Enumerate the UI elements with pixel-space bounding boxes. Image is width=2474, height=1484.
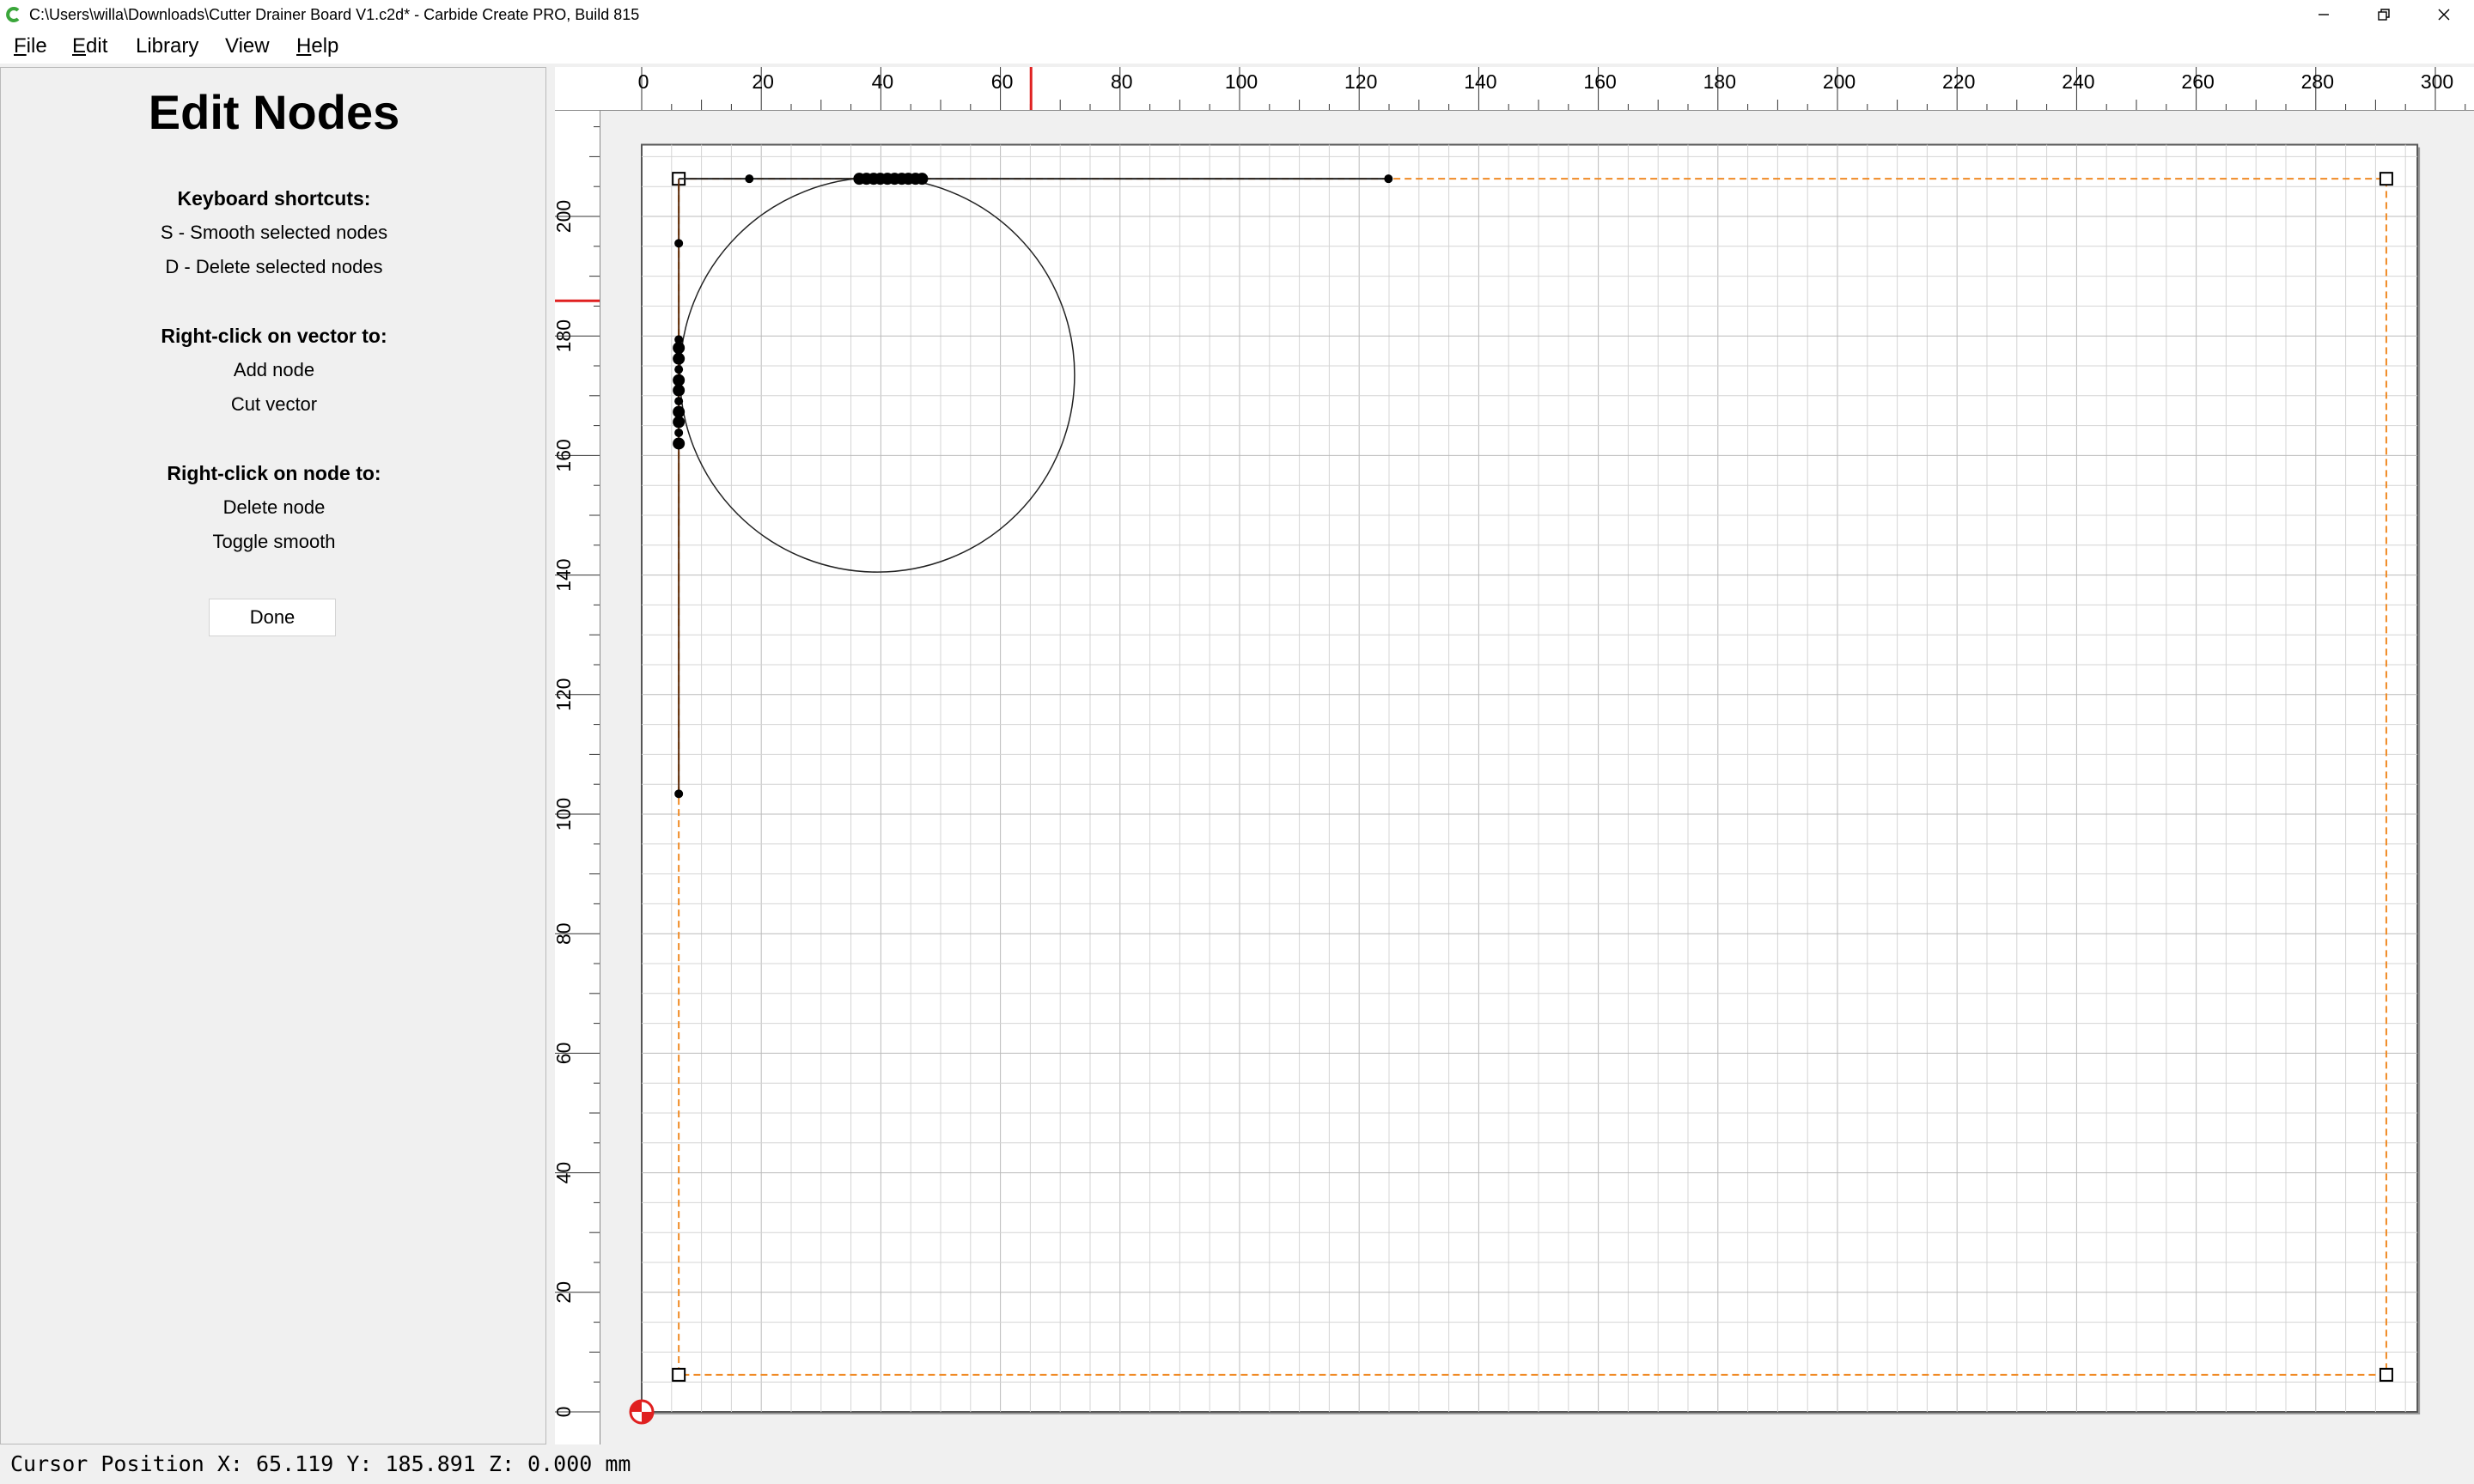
x-ruler-label: 240: [2062, 70, 2094, 93]
origin-target-icon: [629, 1399, 655, 1425]
edit-nodes-panel: Edit Nodes Keyboard shortcuts: S - Smoot…: [0, 67, 546, 1444]
x-ruler-label: 160: [1583, 70, 1616, 93]
vector-node[interactable]: [674, 428, 684, 437]
menu-bar: File Edit Library View Help: [0, 29, 2474, 64]
vector-node[interactable]: [673, 416, 686, 429]
vector-cut-text: Cut vector: [230, 393, 318, 415]
vector-node[interactable]: [674, 365, 684, 374]
y-ruler-label: 140: [555, 558, 575, 591]
menu-file-rest: ile: [26, 34, 47, 58]
x-ruler-label: 280: [2301, 70, 2334, 93]
x-ruler-label: 120: [1344, 70, 1377, 93]
window-title: C:\Users\willa\Downloads\Cutter Drainer …: [29, 6, 640, 23]
close-icon: [2438, 9, 2450, 21]
x-ruler-label: 0: [638, 70, 649, 93]
menu-view[interactable]: View: [225, 35, 270, 58]
minimize-button[interactable]: [2294, 0, 2354, 29]
menu-help[interactable]: Help: [296, 35, 338, 58]
vector-add-node-text: Add node: [233, 359, 315, 380]
selection-handle[interactable]: [2379, 172, 2393, 186]
design-canvas[interactable]: 0 20 40 60 80 100 120 140 160 180 200 220 240 260 280 3…: [552, 67, 2474, 1444]
y-ruler-label: 200: [555, 200, 575, 233]
vector-node[interactable]: [674, 239, 684, 248]
origin-quadrant: [631, 1401, 642, 1412]
y-ruler-label: 120: [555, 678, 575, 711]
stock-sheet: [641, 143, 2419, 1414]
menu-edit[interactable]: Edit: [72, 35, 107, 58]
x-ruler-label: 80: [1111, 70, 1133, 93]
restore-icon: [2378, 9, 2390, 21]
panel-title: Edit Nodes: [148, 85, 400, 139]
done-button[interactable]: Done: [209, 599, 336, 636]
selection-handle[interactable]: [2379, 1367, 2393, 1382]
vector-node[interactable]: [673, 384, 686, 397]
close-button[interactable]: [2414, 0, 2474, 29]
shortcut-delete-text: D - Delete selected nodes: [165, 256, 383, 277]
x-ruler-label: 40: [872, 70, 894, 93]
vector-node[interactable]: [673, 437, 686, 450]
x-ruler-label: 20: [752, 70, 774, 93]
vector-node[interactable]: [916, 173, 929, 186]
y-ruler-label: 160: [555, 439, 575, 471]
keyboard-shortcuts-heading: Keyboard shortcuts:: [177, 187, 371, 210]
y-ruler-label: 180: [555, 319, 575, 352]
design-canvas-area[interactable]: 0 20 40 60 80 100 120 140 160 180 200 220 240 260 280 3…: [552, 67, 2474, 1444]
y-ruler-label: 100: [555, 798, 575, 830]
status-bar: Cursor Position X: 65.119 Y: 185.891 Z: …: [0, 1444, 2474, 1484]
menu-edit-accel: E: [72, 34, 87, 58]
x-ruler-label: 200: [1823, 70, 1855, 93]
menu-file[interactable]: File: [14, 35, 47, 58]
cursor-position-readout: Cursor Position X: 65.119 Y: 185.891 Z: …: [10, 1451, 631, 1476]
x-ruler-label: 300: [2421, 70, 2453, 93]
vector-node[interactable]: [673, 342, 686, 355]
x-ruler-label: 180: [1703, 70, 1736, 93]
x-ruler-label: 260: [2181, 70, 2214, 93]
carbide-create-c-icon: [6, 7, 20, 22]
restore-button[interactable]: [2354, 0, 2414, 29]
node-delete-text: Delete node: [222, 496, 326, 518]
vector-node[interactable]: [1384, 174, 1393, 184]
y-ruler-label: 20: [555, 1281, 575, 1304]
y-ruler-label: 0: [555, 1407, 575, 1418]
vector-rightclick-heading: Right-click on vector to:: [161, 325, 387, 347]
menu-help-accel: H: [296, 34, 312, 58]
vector-node[interactable]: [674, 789, 684, 799]
y-ruler-label: 40: [555, 1162, 575, 1184]
menu-edit-rest: dit: [86, 34, 108, 58]
minimize-icon: [2319, 14, 2329, 15]
origin-quadrant: [642, 1412, 653, 1423]
x-ruler-label: 60: [991, 70, 1014, 93]
y-ruler-label: 60: [555, 1043, 575, 1065]
menu-file-accel: F: [14, 34, 27, 58]
vertical-ruler: [555, 110, 600, 1444]
shortcut-smooth-text: S - Smooth selected nodes: [160, 222, 388, 243]
x-ruler-label: 140: [1464, 70, 1496, 93]
vector-node[interactable]: [674, 397, 684, 406]
menu-help-rest: elp: [311, 34, 339, 58]
panel-splitter[interactable]: [546, 67, 555, 1444]
x-ruler-label: 100: [1225, 70, 1258, 93]
menu-library[interactable]: Library: [136, 35, 198, 58]
node-rightclick-heading: Right-click on node to:: [167, 462, 381, 484]
y-ruler-label: 80: [555, 922, 575, 945]
node-toggle-smooth-text: Toggle smooth: [212, 531, 336, 552]
vector-node[interactable]: [745, 174, 754, 184]
x-ruler-label: 220: [1942, 70, 1975, 93]
title-bar: C:\Users\willa\Downloads\Cutter Drainer …: [0, 0, 2474, 29]
menu-view-label: View: [225, 34, 270, 58]
menu-library-label: Library: [136, 34, 199, 58]
selection-handle[interactable]: [672, 1367, 686, 1382]
vector-node[interactable]: [673, 352, 686, 365]
